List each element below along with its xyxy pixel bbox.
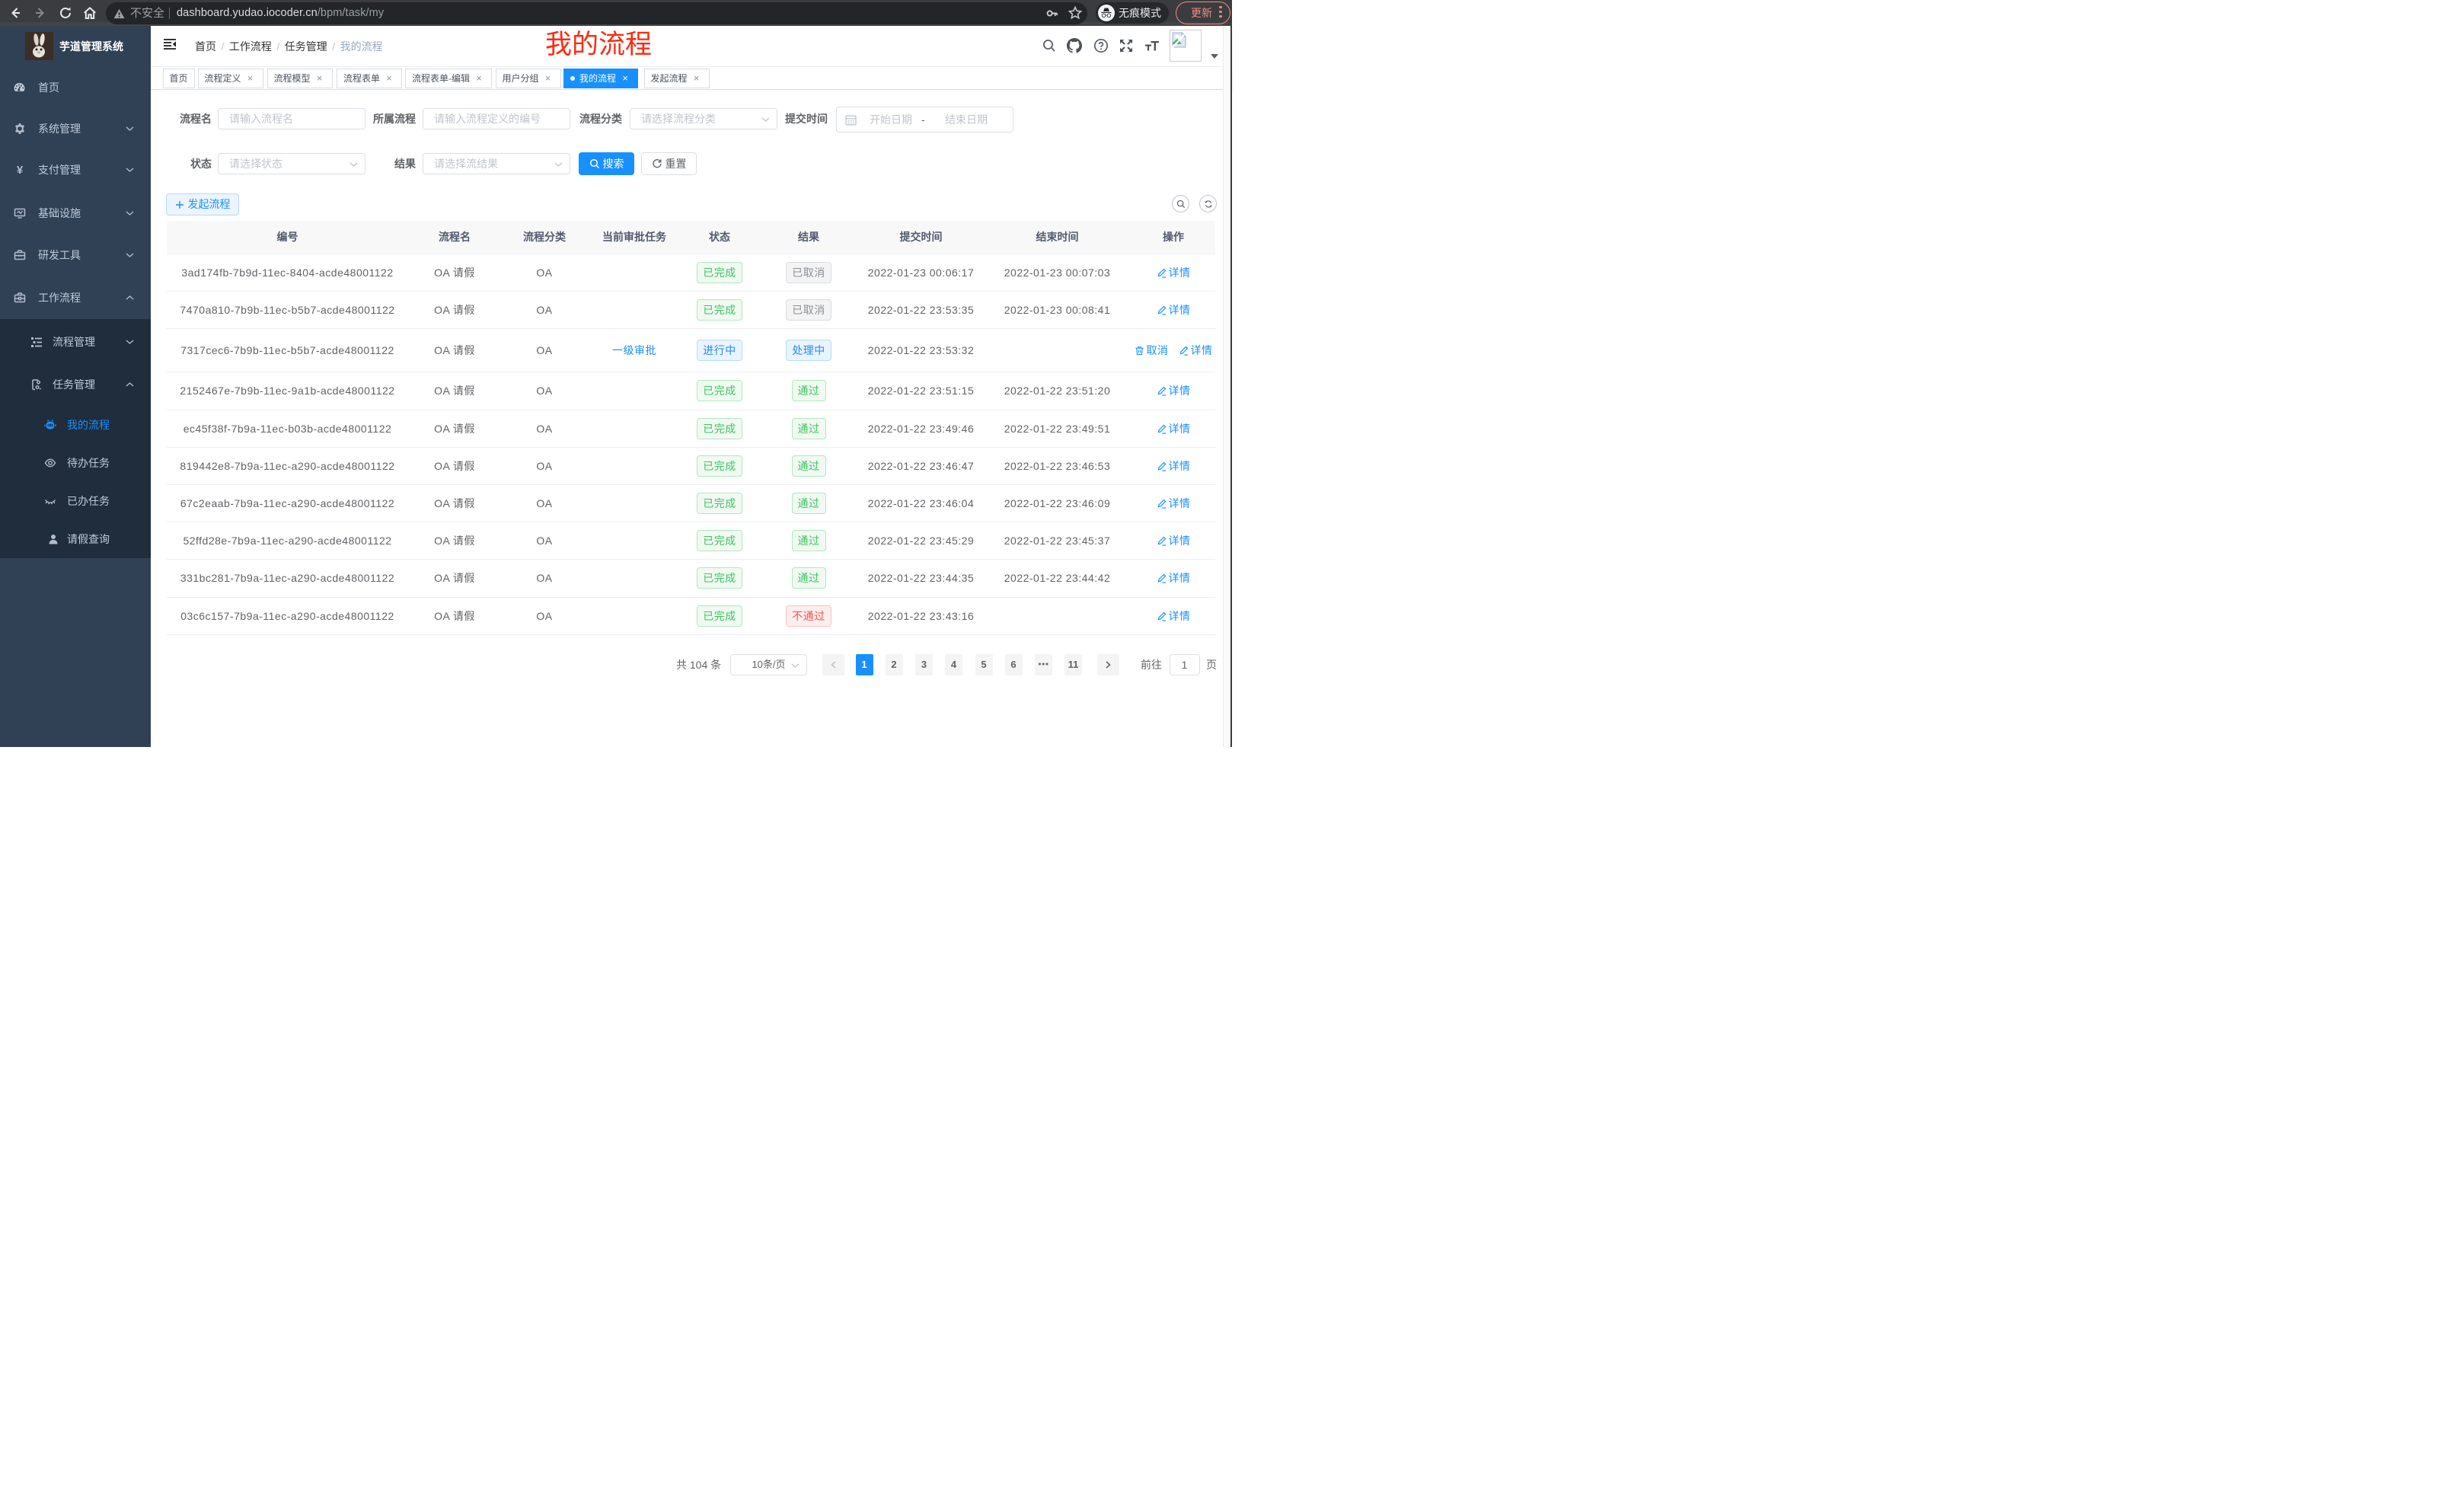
svg-text:¥: ¥ — [17, 164, 24, 176]
